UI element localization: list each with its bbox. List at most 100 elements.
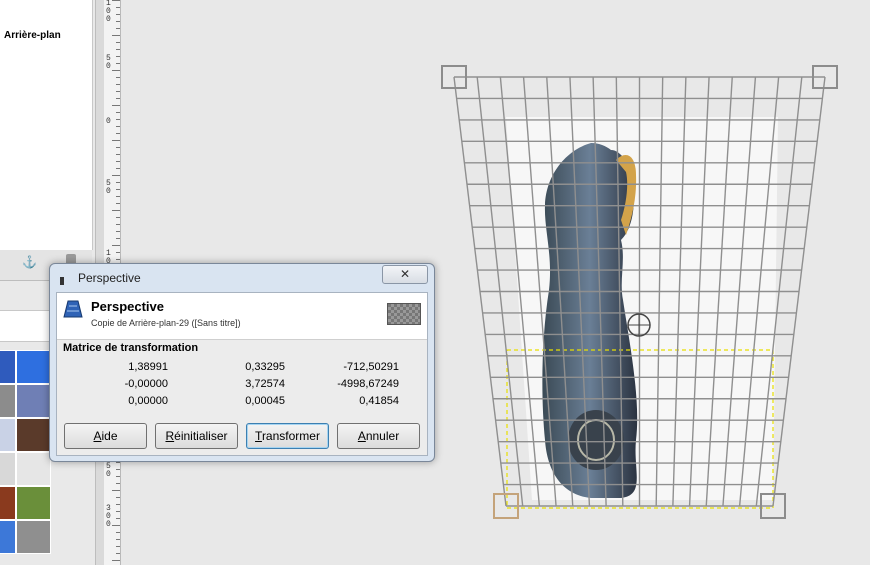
dialog-header: Perspective Copie de Arrière-plan-29 ([S… <box>57 293 427 340</box>
ruler-tick <box>116 518 120 519</box>
ruler-tick <box>112 0 120 1</box>
dialog-heading: Perspective <box>91 299 164 314</box>
ruler-tick <box>112 105 120 106</box>
ruler-tick <box>116 119 120 120</box>
matrix-label: Matrice de transformation <box>63 342 199 354</box>
ruler-label: 1 0 0 <box>106 0 111 24</box>
dialog-body: Perspective Copie de Arrière-plan-29 ([S… <box>56 292 428 456</box>
ruler-tick <box>112 35 120 36</box>
dialog-title: Perspective <box>78 271 141 285</box>
vase-image <box>542 143 638 498</box>
ruler-tick <box>112 140 120 141</box>
help-button[interactable]: Aide <box>64 423 147 449</box>
ruler-tick <box>116 532 120 533</box>
ruler-tick <box>116 546 120 547</box>
pattern-swatch[interactable] <box>16 520 51 554</box>
ruler-tick <box>116 84 120 85</box>
dialog-subheading: Copie de Arrière-plan-29 ([Sans titre]) <box>91 318 241 328</box>
window-icon <box>60 277 64 285</box>
ruler-tick <box>116 77 120 78</box>
pivot-handle[interactable] <box>627 313 651 337</box>
layers-panel: Arrière-plan <box>0 0 93 250</box>
ruler-tick <box>116 7 120 8</box>
ruler-tick <box>116 196 120 197</box>
ruler-tick <box>116 553 120 554</box>
ruler-label: 5 0 <box>106 54 111 71</box>
ruler-tick <box>116 259 120 260</box>
ruler-tick <box>116 252 120 253</box>
ruler-tick <box>116 511 120 512</box>
matrix-cell: 0,41854 <box>359 395 399 407</box>
layer-thumbnail <box>387 303 421 325</box>
ruler-tick <box>116 49 120 50</box>
pattern-swatch[interactable] <box>16 350 51 384</box>
ruler-tick <box>112 525 120 526</box>
transform-grid <box>453 76 826 507</box>
ruler-tick <box>112 70 120 71</box>
ruler-tick <box>116 231 120 232</box>
ruler-tick <box>116 14 120 15</box>
ruler-tick <box>116 504 120 505</box>
ruler-tick <box>116 497 120 498</box>
ruler-tick <box>116 63 120 64</box>
matrix-cell: 3,72574 <box>245 378 285 390</box>
matrix-cell: -0,00000 <box>124 378 168 390</box>
pattern-swatch[interactable] <box>0 452 16 486</box>
ruler-tick <box>116 42 120 43</box>
anchor-icon[interactable]: ⚓ <box>22 255 37 269</box>
pattern-swatch[interactable] <box>16 418 51 452</box>
ruler-tick <box>116 126 120 127</box>
matrix-cell: 0,00000 <box>128 395 168 407</box>
close-button[interactable]: ✕ <box>382 265 428 284</box>
ruler-tick <box>116 154 120 155</box>
ruler-tick <box>116 462 120 463</box>
ruler-tick <box>116 238 120 239</box>
ruler-tick <box>116 161 120 162</box>
pattern-swatch[interactable] <box>0 418 16 452</box>
reset-button[interactable]: Réinitialiser <box>155 423 238 449</box>
ruler-tick <box>116 147 120 148</box>
ruler-tick <box>116 224 120 225</box>
ruler-tick <box>112 560 120 561</box>
ruler-tick <box>116 98 120 99</box>
matrix-cell: 0,33295 <box>245 361 285 373</box>
ruler-tick <box>116 91 120 92</box>
transform-button[interactable]: Transformer <box>246 423 329 449</box>
ruler-tick <box>116 203 120 204</box>
pattern-swatch[interactable] <box>0 350 16 384</box>
ruler-tick <box>116 469 120 470</box>
close-icon: ✕ <box>399 267 411 281</box>
ruler-tick <box>116 133 120 134</box>
ruler-tick <box>112 175 120 176</box>
ruler-tick <box>116 476 120 477</box>
layer-name[interactable]: Arrière-plan <box>4 30 61 41</box>
panel-tab-strip <box>0 310 50 342</box>
pattern-swatch[interactable] <box>0 384 16 418</box>
pattern-swatch[interactable] <box>0 486 16 520</box>
ruler-tick <box>116 182 120 183</box>
perspective-tool-icon <box>63 300 83 318</box>
ruler-tick <box>112 490 120 491</box>
dialog-titlebar[interactable]: Perspective ✕ <box>50 264 434 292</box>
perspective-dialog: Perspective ✕ Perspective Copie de Arriè… <box>49 263 435 462</box>
ruler-tick <box>116 217 120 218</box>
ruler-label: 0 <box>106 117 111 126</box>
pattern-swatch[interactable] <box>0 520 16 554</box>
ruler-label: 5 0 <box>106 179 111 196</box>
ruler-tick <box>116 28 120 29</box>
ruler-tick <box>112 210 120 211</box>
cancel-button[interactable]: Annuler <box>337 423 420 449</box>
patterns-grid <box>0 350 51 565</box>
matrix-cell: 1,38991 <box>128 361 168 373</box>
pattern-swatch[interactable] <box>16 384 51 418</box>
ruler-tick <box>116 56 120 57</box>
matrix-cell: 0,00045 <box>245 395 285 407</box>
pattern-swatch[interactable] <box>16 486 51 520</box>
matrix-cell: -4998,67249 <box>337 378 399 390</box>
ruler-tick <box>116 483 120 484</box>
pattern-swatch[interactable] <box>16 452 51 486</box>
ruler-tick <box>116 539 120 540</box>
ruler-tick <box>116 21 120 22</box>
ruler-tick <box>112 245 120 246</box>
ruler-tick <box>116 168 120 169</box>
